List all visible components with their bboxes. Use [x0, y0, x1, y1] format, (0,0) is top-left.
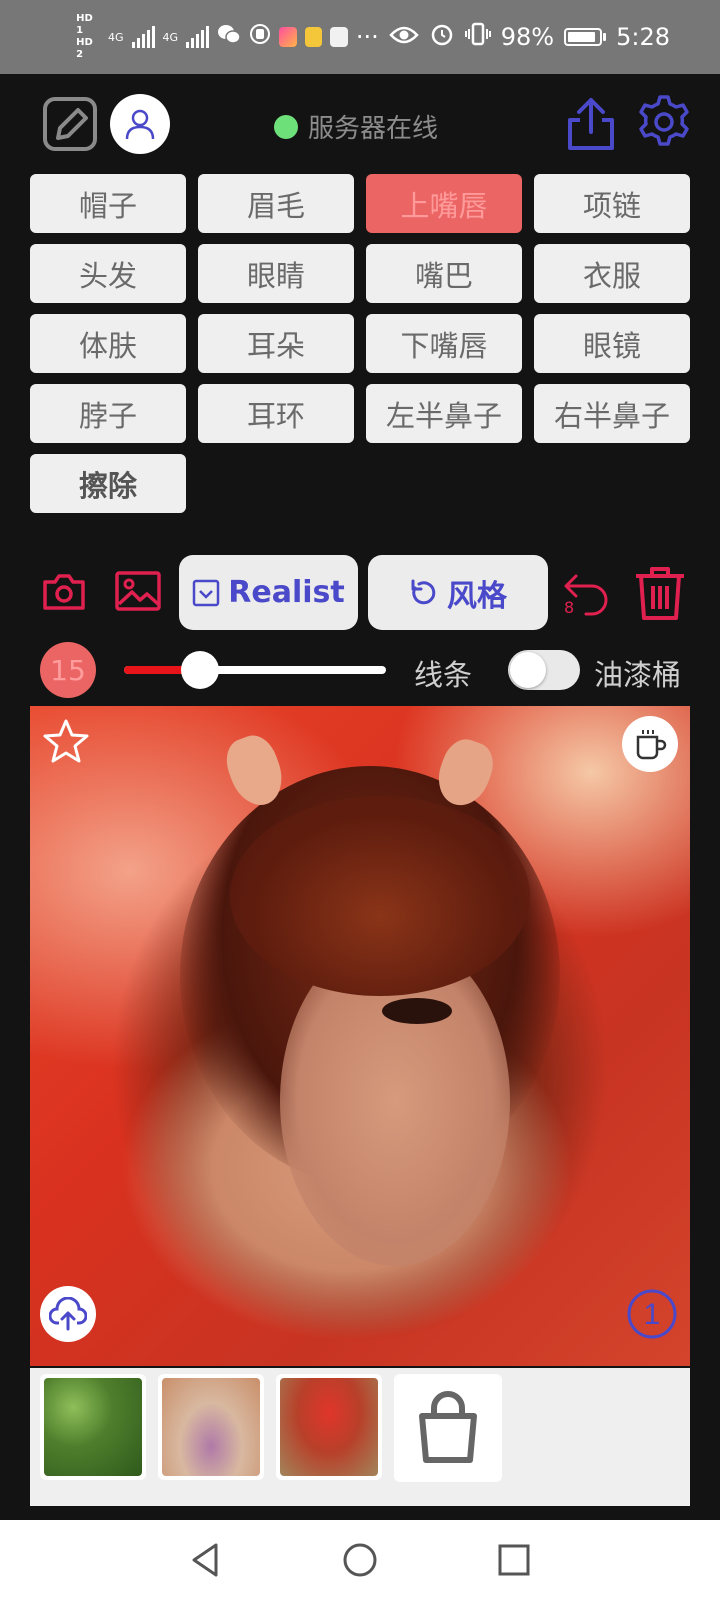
check-square-icon — [193, 579, 220, 606]
status-bar: HD 1 HD 2 4G 4G ··· 98% 5:28 — [0, 0, 720, 74]
server-status: 服务器在线 — [274, 108, 438, 145]
home-icon — [343, 1543, 377, 1577]
status-dot — [274, 114, 298, 139]
part-chip[interactable]: 上嘴唇 — [366, 174, 522, 233]
part-chip[interactable]: 头发 — [30, 244, 186, 303]
part-chip[interactable]: 嘴巴 — [366, 244, 522, 303]
style-thumbnails — [30, 1368, 690, 1506]
part-chip[interactable]: 下嘴唇 — [366, 314, 522, 373]
camera-button[interactable] — [42, 572, 86, 612]
nav-back-button[interactable] — [186, 1540, 226, 1580]
signal-1-label: 4G — [107, 30, 124, 44]
part-chip[interactable]: 耳环 — [198, 384, 354, 443]
eye-shape — [382, 998, 452, 1024]
part-chip[interactable]: 脖子 — [30, 384, 186, 443]
line-mode-label: 线条 — [414, 658, 473, 692]
back-icon — [192, 1543, 218, 1577]
cup-icon — [636, 730, 667, 760]
share-button[interactable] — [566, 96, 616, 152]
style-thumbnail[interactable] — [158, 1374, 264, 1480]
battery-icon — [564, 28, 607, 46]
edit-icon — [43, 97, 97, 151]
style-label: 风格 — [447, 578, 507, 614]
part-chip[interactable]: 体肤 — [30, 314, 186, 373]
gear-icon — [639, 95, 689, 146]
part-chip[interactable]: 擦除 — [30, 454, 186, 513]
share-icon — [568, 98, 614, 150]
part-chip[interactable]: 耳朵 — [198, 314, 354, 373]
wechat-icon — [217, 23, 241, 51]
part-chip[interactable]: 眉毛 — [198, 174, 354, 233]
user-icon — [125, 109, 155, 140]
app-icon-2 — [304, 27, 323, 47]
eye-icon — [389, 23, 419, 51]
system-navigation-bar — [0, 1520, 720, 1600]
coffee-button[interactable] — [622, 716, 678, 772]
top-toolbar: 服务器在线 — [0, 74, 720, 174]
shop-button[interactable] — [394, 1374, 502, 1482]
part-chip[interactable]: 左半鼻子 — [366, 384, 522, 443]
part-chip[interactable]: 右半鼻子 — [534, 384, 690, 443]
realist-label: Realist — [228, 575, 345, 610]
toggle-knob — [510, 652, 546, 688]
svg-text:1: 1 — [644, 1298, 661, 1331]
realist-mode-button[interactable]: Realist — [179, 555, 358, 630]
style-thumbnail[interactable] — [276, 1374, 382, 1480]
part-selector-grid: 帽子 眉毛 上嘴唇 项链头发 眼睛 嘴巴 衣服体肤 耳朵 下嘴唇 眼镜脖子 耳环 左半鼻子 右半鼻子擦除 — [30, 174, 690, 513]
style-button[interactable]: 风格 — [368, 555, 548, 630]
vibrate-icon — [464, 22, 491, 52]
brush-controls: 15 线条 油漆桶 — [0, 640, 720, 700]
delete-button[interactable] — [632, 564, 688, 622]
number-circle-icon: 1 — [627, 1289, 677, 1339]
nav-recents-button[interactable] — [494, 1540, 534, 1580]
brush-size-badge: 15 — [40, 642, 96, 698]
app-icon-1 — [279, 27, 297, 47]
image-icon — [115, 571, 161, 611]
part-chip[interactable]: 眼镜 — [534, 314, 690, 373]
user-avatar-button[interactable] — [110, 94, 170, 154]
camera-icon — [43, 574, 85, 610]
bangs-shape — [230, 796, 530, 996]
part-chip[interactable]: 帽子 — [30, 174, 186, 233]
settings-button[interactable] — [636, 94, 692, 150]
status-left: HD 1 HD 2 4G 4G ··· — [76, 13, 379, 61]
paint-bucket-label: 油漆桶 — [594, 658, 682, 692]
part-chip[interactable]: 项链 — [534, 174, 690, 233]
alarm-icon — [429, 21, 455, 53]
star-icon — [43, 719, 89, 763]
undo-count: 8 — [564, 598, 575, 617]
slider-thumb[interactable] — [180, 651, 219, 689]
favorite-button[interactable] — [42, 718, 90, 766]
rotate-icon — [411, 579, 436, 604]
part-chip[interactable]: 衣服 — [534, 244, 690, 303]
part-chip[interactable]: 眼睛 — [198, 244, 354, 303]
nav-home-button[interactable] — [340, 1540, 380, 1580]
clock: 5:28 — [616, 23, 670, 51]
edit-button[interactable] — [42, 96, 98, 152]
bag-icon — [419, 1391, 477, 1463]
drawing-canvas[interactable]: 1 — [30, 706, 690, 1366]
app-icon-3 — [330, 27, 348, 47]
recents-icon — [498, 1544, 530, 1576]
signal-2-icon — [186, 26, 210, 48]
cloud-upload-icon — [49, 1297, 87, 1331]
more-indicator: ··· — [355, 23, 379, 51]
upload-button[interactable] — [40, 1286, 96, 1342]
server-status-label: 服务器在线 — [308, 114, 439, 144]
style-thumbnail[interactable] — [40, 1374, 146, 1480]
tool-row: Realist 风格 8 — [0, 554, 720, 630]
paint-bucket-toggle[interactable] — [508, 650, 580, 690]
brush-size-slider[interactable] — [124, 651, 386, 689]
hand-icon — [249, 23, 271, 51]
signal-1-icon — [131, 26, 155, 48]
gallery-button[interactable] — [114, 570, 162, 612]
battery-percent: 98% — [500, 23, 555, 51]
trash-icon — [636, 567, 684, 620]
page-number-badge: 1 — [626, 1288, 678, 1340]
hd-indicator: HD 1 HD 2 — [76, 13, 93, 60]
signal-2-label: 4G — [162, 30, 179, 44]
